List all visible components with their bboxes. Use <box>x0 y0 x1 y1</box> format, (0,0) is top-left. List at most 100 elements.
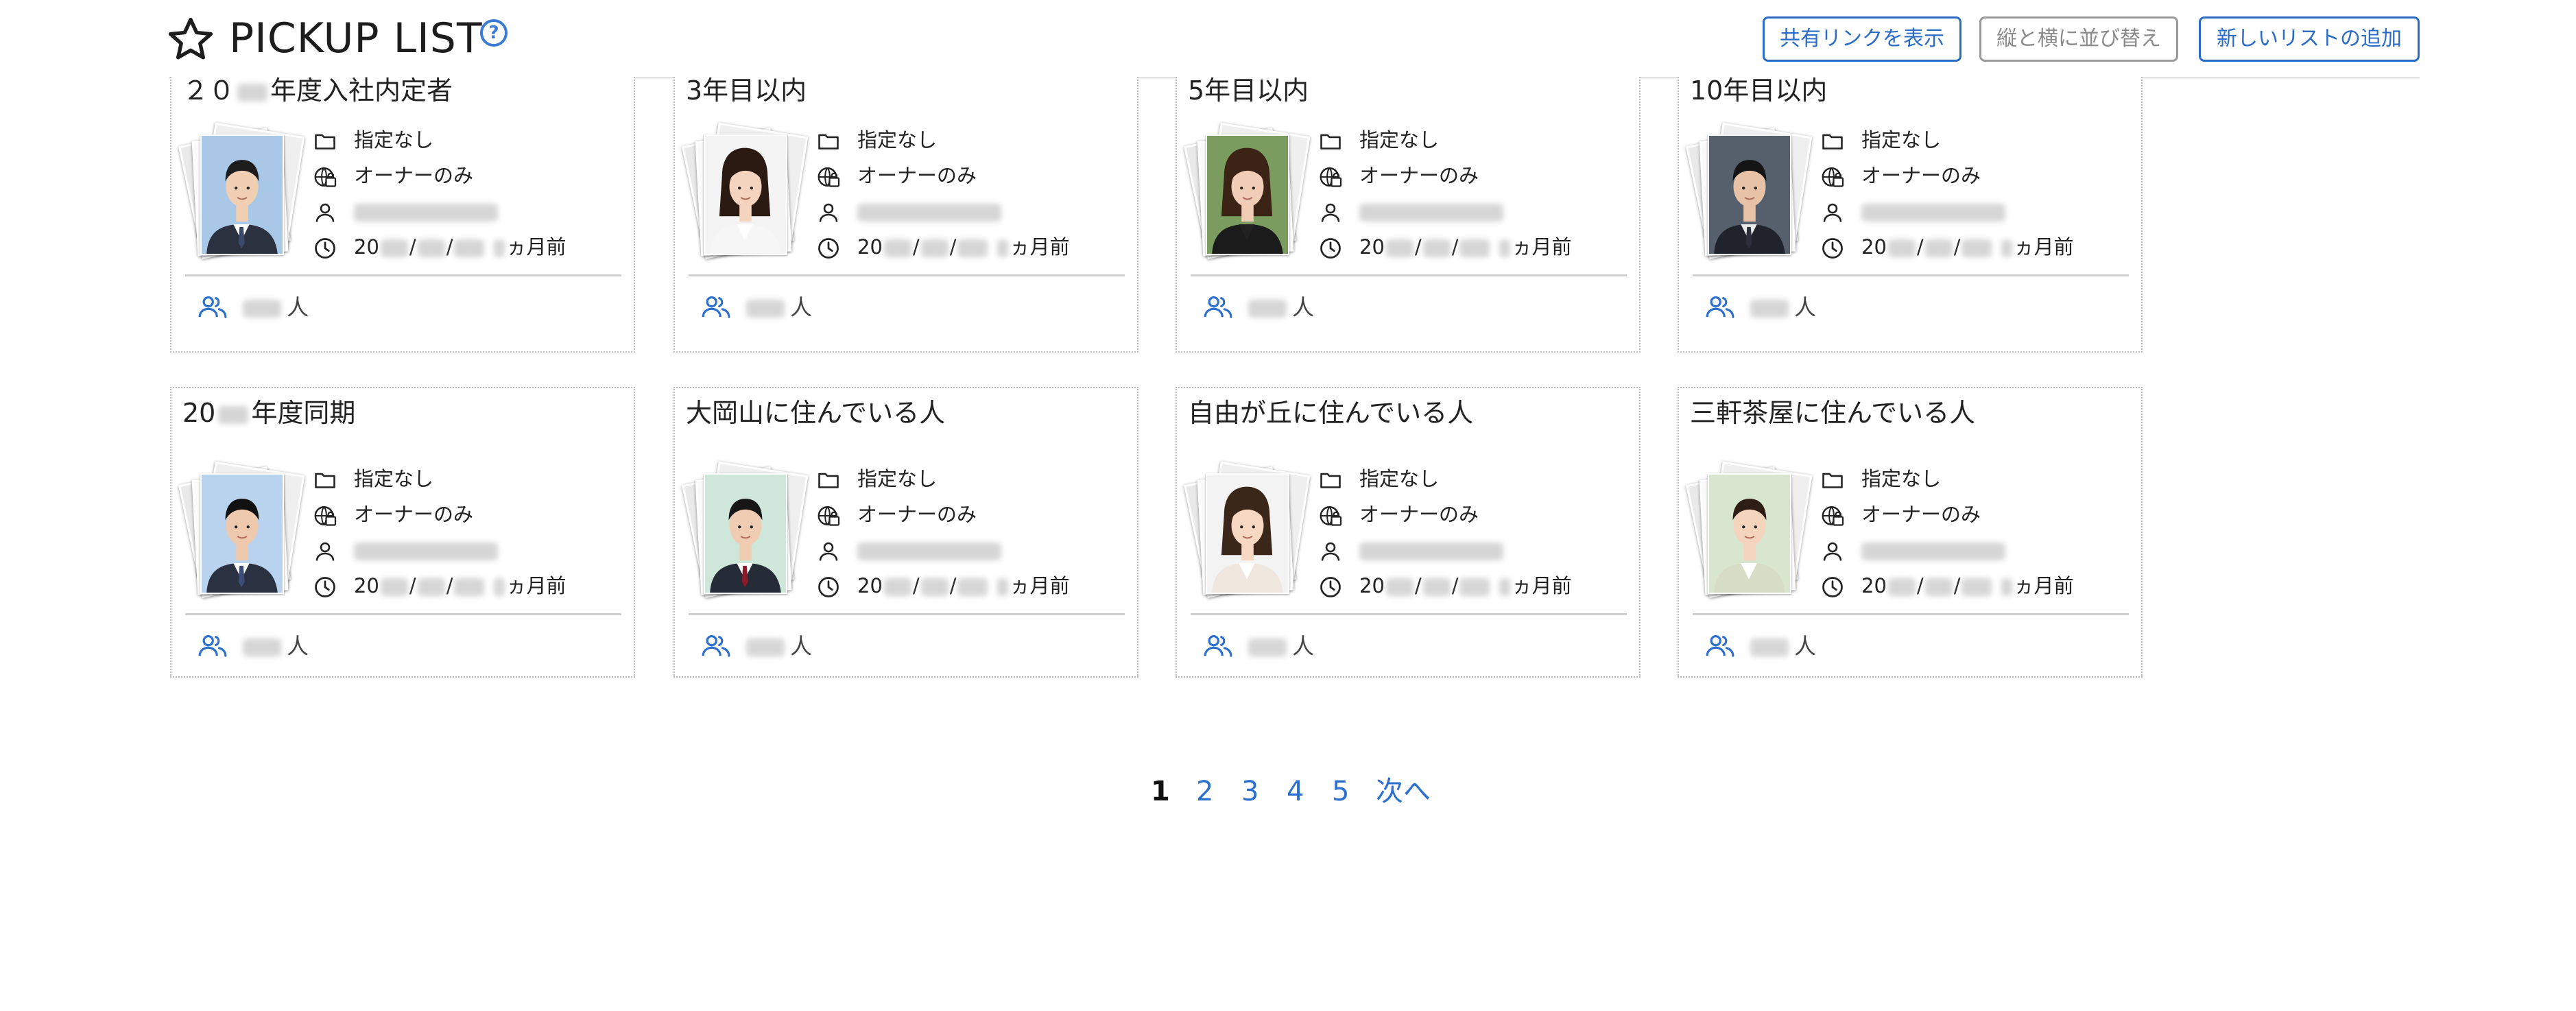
clock-icon <box>1822 238 1843 259</box>
member-photo-stack <box>1183 122 1314 265</box>
person-icon <box>819 542 838 561</box>
member-photo-stack <box>1685 461 1816 604</box>
member-photo <box>1708 134 1791 255</box>
card-divider <box>689 274 1125 276</box>
person-icon <box>315 542 335 561</box>
card-title[interactable]: ２０ 年度入社内定者 <box>182 74 453 107</box>
member-photo <box>200 134 284 255</box>
people-icon <box>1203 632 1233 660</box>
clock-icon <box>315 238 335 259</box>
person-icon <box>1321 542 1340 561</box>
card-divider <box>1191 274 1627 276</box>
pickup-list-card[interactable]: 10年目以内 指定なし オーナーのみ 20// ヵ月前人 <box>1678 74 2143 353</box>
help-icon[interactable]: ? <box>480 19 508 47</box>
pagination: 1 2 3 4 5 次へ <box>1145 771 1461 812</box>
folder-icon <box>1320 134 1341 150</box>
globe-lock-icon <box>314 167 337 187</box>
member-count: 人 <box>1248 632 1314 660</box>
globe-lock-icon <box>314 506 337 526</box>
member-count: 人 <box>243 294 309 321</box>
share-link-button[interactable]: 共有リンクを表示 <box>1763 16 1961 62</box>
folder-icon <box>1320 473 1341 488</box>
globe-lock-icon <box>1320 167 1342 187</box>
people-icon <box>1705 632 1735 660</box>
member-photo-stack <box>1685 122 1816 265</box>
card-divider <box>1191 613 1627 615</box>
clock-icon <box>1320 238 1341 259</box>
member-photo <box>200 473 284 594</box>
add-list-button[interactable]: 新しいリストの追加 <box>2199 16 2420 62</box>
people-icon <box>198 632 228 660</box>
card-title[interactable]: 自由が丘に住んでいる人 <box>1188 396 1473 429</box>
card-divider <box>1693 274 2129 276</box>
person-icon <box>1321 203 1340 222</box>
member-photo <box>1708 473 1791 594</box>
globe-lock-icon <box>1822 506 1844 526</box>
member-count: 人 <box>746 294 812 321</box>
card-divider <box>1693 613 2129 615</box>
member-count: 人 <box>243 632 309 660</box>
reorder-button[interactable]: 縦と横に並び替え <box>1979 16 2178 62</box>
pickup-list-card[interactable]: 20 年度同期 指定なし オーナーのみ 20// ヵ月前人 <box>170 387 635 678</box>
clock-icon <box>818 238 839 259</box>
pickup-list-card[interactable]: ２０ 年度入社内定者 指定なし オーナーのみ 20// ヵ月前人 <box>170 74 635 353</box>
member-count: 人 <box>746 632 812 660</box>
pickup-list-card[interactable]: 大岡山に住んでいる人 指定なし オーナーのみ 20// ヵ月前人 <box>673 387 1138 678</box>
pickup-list-card[interactable]: 3年目以内 指定なし オーナーのみ 20// ヵ月前人 <box>673 74 1138 353</box>
globe-lock-icon <box>1320 506 1342 526</box>
people-icon <box>1705 294 1735 321</box>
page-link-4[interactable]: 4 <box>1287 771 1304 812</box>
member-photo <box>704 473 787 594</box>
card-divider <box>185 613 621 615</box>
pickup-list-card[interactable]: 三軒茶屋に住んでいる人 指定なし オーナーのみ 20// ヵ月前人 <box>1678 387 2143 678</box>
pickup-list-card[interactable]: 5年目以内 指定なし オーナーのみ 20// ヵ月前人 <box>1176 74 1641 353</box>
page-header: PICKUP LIST ? 共有リンクを表示 縦と横に並び替え 新しいリストの追… <box>0 0 2576 77</box>
card-title[interactable]: 三軒茶屋に住んでいる人 <box>1690 396 1975 429</box>
member-photo <box>704 134 787 255</box>
page-link-1[interactable]: 1 <box>1151 771 1170 812</box>
page-link-2[interactable]: 2 <box>1196 771 1213 812</box>
member-photo-stack <box>681 461 812 604</box>
page-title: PICKUP LIST <box>229 14 483 62</box>
next-page-link[interactable]: 次へ <box>1376 771 1431 812</box>
card-divider <box>185 274 621 276</box>
member-count: 人 <box>1750 294 1816 321</box>
member-photo-stack <box>178 122 309 265</box>
people-icon <box>198 294 228 321</box>
people-icon <box>1203 294 1233 321</box>
card-title[interactable]: 大岡山に住んでいる人 <box>686 396 945 429</box>
member-photo <box>1206 134 1289 255</box>
person-icon <box>1823 542 1842 561</box>
globe-lock-icon <box>818 506 840 526</box>
member-count: 人 <box>1750 632 1816 660</box>
card-title[interactable]: 10年目以内 <box>1690 74 1827 107</box>
person-icon <box>315 203 335 222</box>
clock-icon <box>818 577 839 597</box>
member-photo-stack <box>178 461 309 604</box>
page-link-3[interactable]: 3 <box>1241 771 1259 812</box>
card-title[interactable]: 5年目以内 <box>1188 74 1309 107</box>
member-photo-stack <box>1183 461 1314 604</box>
globe-lock-icon <box>1822 167 1844 187</box>
clock-icon <box>1320 577 1341 597</box>
folder-icon <box>818 134 839 150</box>
page-link-5[interactable]: 5 <box>1332 771 1349 812</box>
person-icon <box>1823 203 1842 222</box>
card-divider <box>689 613 1125 615</box>
person-icon <box>819 203 838 222</box>
card-title[interactable]: 20 年度同期 <box>182 396 355 429</box>
people-icon <box>701 632 731 660</box>
folder-icon <box>1822 473 1843 488</box>
card-title[interactable]: 3年目以内 <box>686 74 807 107</box>
folder-icon <box>818 473 839 488</box>
member-photo <box>1206 473 1289 594</box>
people-icon <box>701 294 731 321</box>
star-icon <box>168 17 213 60</box>
folder-icon <box>315 134 335 150</box>
folder-icon <box>315 473 335 488</box>
folder-icon <box>1822 134 1843 150</box>
clock-icon <box>315 577 335 597</box>
globe-lock-icon <box>818 167 840 187</box>
member-count: 人 <box>1248 294 1314 321</box>
pickup-list-card[interactable]: 自由が丘に住んでいる人 指定なし オーナーのみ 20// ヵ月前人 <box>1176 387 1641 678</box>
